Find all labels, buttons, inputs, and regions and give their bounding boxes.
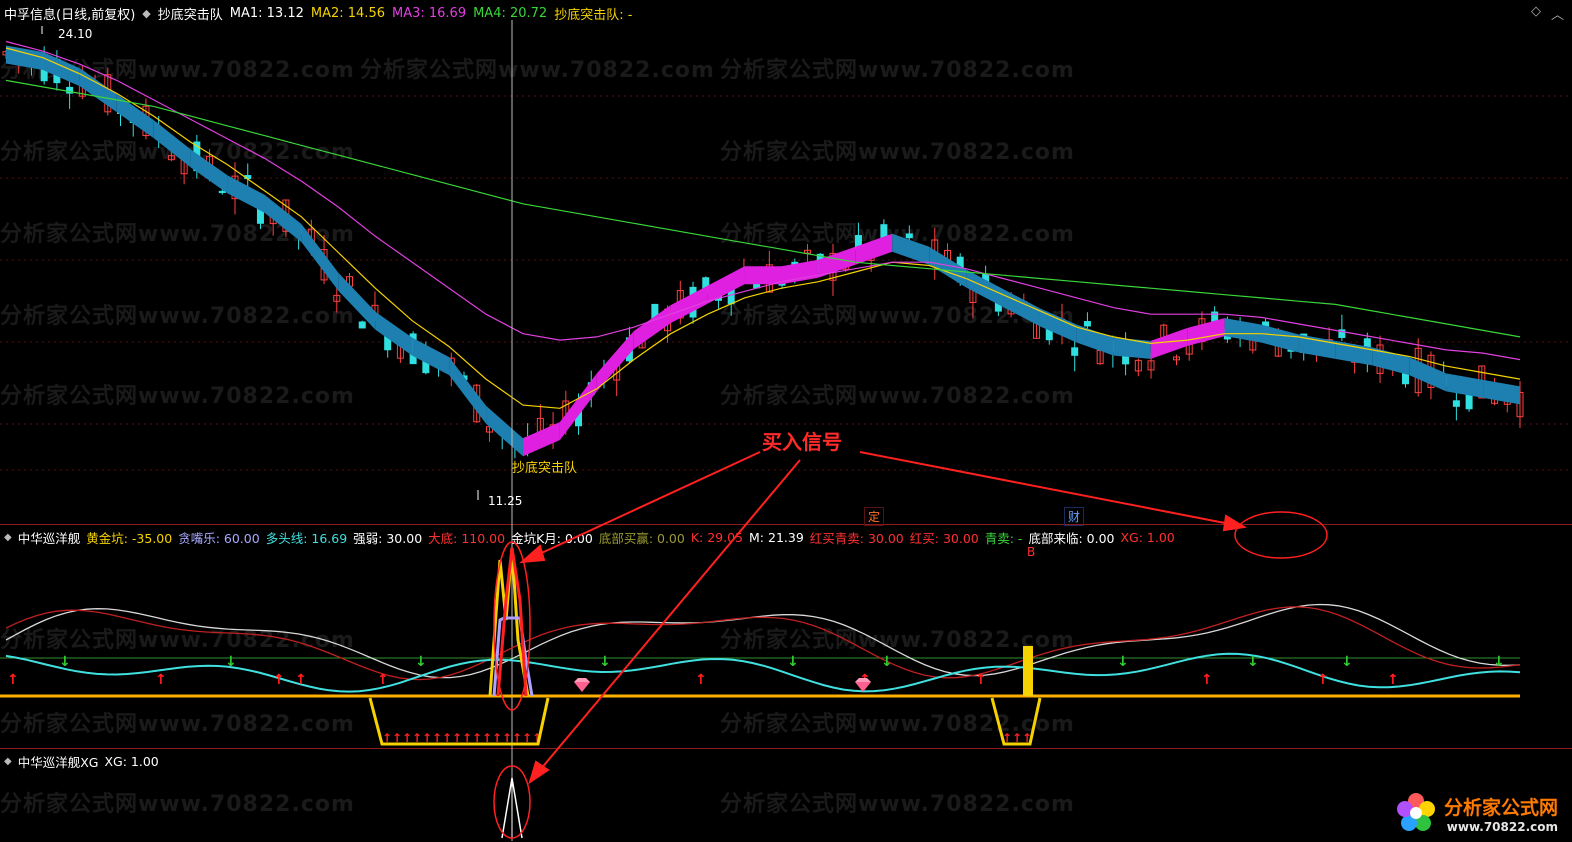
red-up-arrow-icon: ↑ [1201, 672, 1213, 688]
ribbon-segment [486, 405, 523, 457]
ribbon-segment [892, 233, 930, 265]
candle [1134, 358, 1142, 377]
green-down-arrow-icon: ↓ [1117, 654, 1129, 670]
red-up-arrow-icon: ↑ [155, 672, 167, 688]
bottom-bar [1023, 646, 1033, 696]
flower-logo-icon [1396, 793, 1435, 831]
ribbon-segment [1076, 324, 1114, 356]
candle [1338, 314, 1346, 342]
red-up-arrow-icon: ↑ [295, 672, 307, 688]
annotation-arrows [519, 451, 1247, 785]
green-down-arrow-icon: ↓ [1247, 654, 1259, 670]
ribbon-segment [338, 272, 376, 330]
logo-url: www.70822.com [1446, 819, 1558, 834]
green-down-arrow-icon: ↓ [415, 654, 427, 670]
pane2-signal-arrows: ↑↑↑↑↑↑↑↑↑↑↑↓↓↓↓↓↓↓↓↓↓↑↑↑↑↑↑↑↑↑↑↑↑↑↑↑↑↑↑↑ [7, 654, 1505, 745]
candle [1172, 354, 1180, 366]
ribbon-segment [707, 266, 745, 304]
ribbon-segment [522, 422, 560, 457]
green-down-arrow-icon: ↓ [787, 654, 799, 670]
moving-average-lines [5, 40, 1521, 409]
ma-line-ma3 [5, 40, 1521, 361]
green-down-arrow-icon: ↓ [881, 654, 893, 670]
red-up-arrow-icon: ↑ [1387, 672, 1399, 688]
low-price-label: 11.25 [488, 494, 522, 508]
candle-body [358, 321, 366, 329]
ribbon-segment [1113, 337, 1151, 359]
trend-ribbon [6, 45, 1520, 457]
candle-body [218, 190, 226, 194]
green-down-arrow-icon: ↓ [1493, 654, 1505, 670]
bottom-signal-spike [488, 541, 534, 711]
ribbon-segment [1372, 347, 1410, 376]
ribbon-segment [449, 357, 487, 424]
red-up-arrow-icon: ↑ [273, 672, 285, 688]
site-logo: 分析家公式网 www.70822.com [1394, 791, 1558, 835]
red-up-arrow-icon: ↑ [975, 672, 987, 688]
candle-body [905, 233, 913, 239]
green-down-arrow-icon: ↓ [1341, 654, 1353, 670]
chart-canvas: 24.10 11.25 抄底突击队 ↑↑↑↑↑↑↑↑↑↑↑↓↓↓↓↓↓↓↓↓↓↑… [0, 20, 1572, 841]
buy-signal-annotation: 买入信号 [762, 430, 842, 454]
ribbon-segment [375, 311, 413, 356]
ma-line-ma2 [5, 47, 1521, 409]
green-down-arrow-icon: ↓ [225, 654, 237, 670]
red-up-arrow-icon: ↑ [377, 672, 389, 688]
ding-tag: 定 [864, 507, 885, 526]
candle [358, 320, 366, 329]
gem-icon [574, 678, 590, 692]
logo-name: 分析家公式网 [1443, 796, 1558, 819]
pane2-oscillators [5, 603, 1521, 693]
signal-marker-label: 抄底突击队 [512, 460, 577, 476]
xg-highlight-circle [1234, 511, 1328, 559]
candle-body [1083, 321, 1091, 327]
candle-body [1452, 400, 1460, 407]
ribbon-segment [227, 175, 265, 213]
red-up-arrow-icon: ↑ [7, 672, 19, 688]
red-up-arrow-icon: ↑ [695, 672, 707, 688]
candle-body [1071, 347, 1079, 356]
cai-tag: 财 [1064, 507, 1085, 526]
red-up-arrow-icon: ↑ [1317, 672, 1329, 688]
ribbon-segment [1261, 324, 1299, 353]
ribbon-segment [153, 120, 191, 168]
candlestick-series [2, 46, 1524, 459]
ribbon-segment [1483, 379, 1520, 405]
green-down-arrow-icon: ↓ [599, 654, 611, 670]
b-tag: B [1027, 545, 1036, 559]
ribbon-segment [1446, 373, 1484, 398]
green-down-arrow-icon: ↓ [59, 654, 71, 670]
high-price-label: 24.10 [58, 27, 92, 41]
ribbon-segment [744, 266, 782, 285]
ma-line-ma4 [5, 79, 1521, 338]
gem-icon [855, 678, 871, 692]
ribbon-segment [1003, 288, 1040, 327]
